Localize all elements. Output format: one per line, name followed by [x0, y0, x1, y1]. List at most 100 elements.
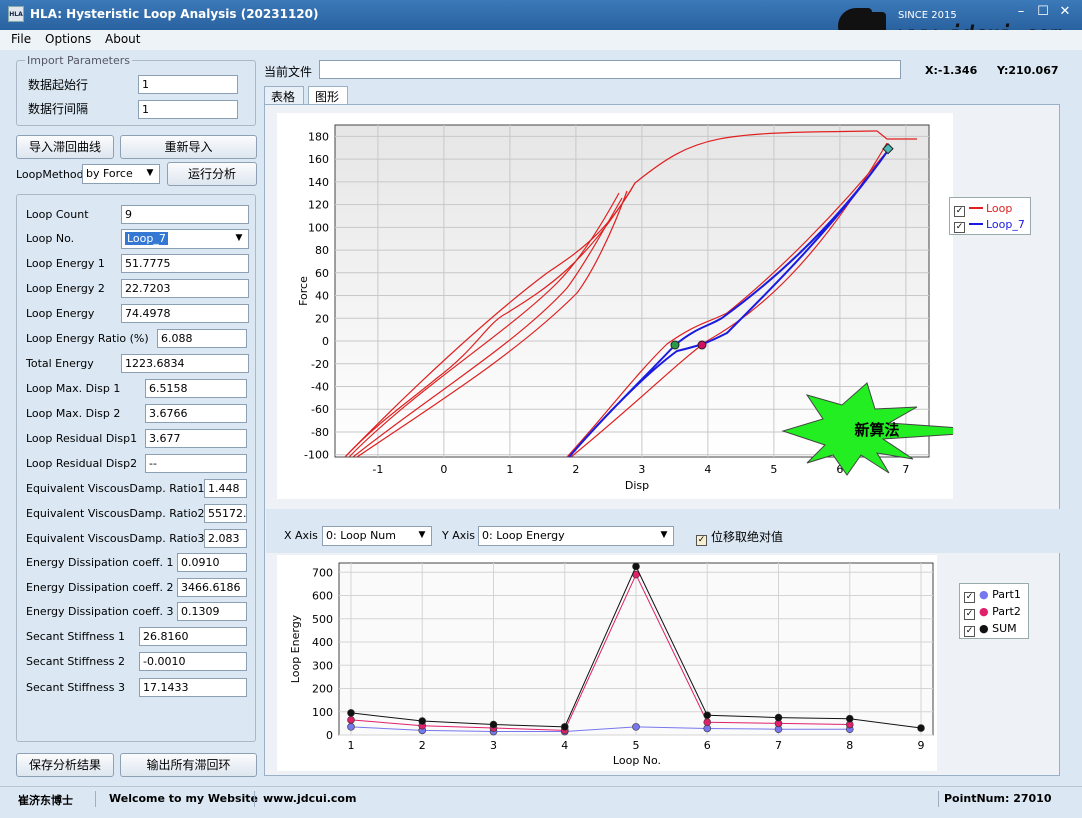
- stat-row: Loop Max. Disp 2 3.6766: [17, 404, 257, 424]
- stat-value[interactable]: 3466.6186: [177, 578, 247, 597]
- stat-value[interactable]: 3.677: [145, 429, 247, 448]
- import-parameters-group: Import Parameters 数据起始行 1 数据行间隔 1: [16, 54, 256, 126]
- current-file-input[interactable]: [319, 60, 901, 79]
- stat-value[interactable]: 22.7203: [121, 279, 249, 298]
- energy-point-sum[interactable]: [560, 723, 569, 731]
- main-y-tick-label: 100: [308, 221, 329, 234]
- main-y-label: Force: [297, 276, 310, 306]
- stat-value[interactable]: 9: [121, 205, 249, 224]
- checkbox-icon[interactable]: ✓: [964, 592, 975, 603]
- stat-value[interactable]: 6.5158: [145, 379, 247, 398]
- checkbox-icon[interactable]: ✓: [964, 609, 975, 620]
- legend-label: SUM: [992, 622, 1017, 635]
- stat-label: Loop Max. Disp 2: [26, 407, 121, 420]
- legend-item-loop7[interactable]: ✓ Loop_7: [954, 218, 1025, 233]
- tab-table[interactable]: 表格: [264, 86, 304, 104]
- y-axis-select[interactable]: 0: Loop Energy ▼: [478, 526, 674, 546]
- energy-point-sum[interactable]: [703, 711, 712, 720]
- stat-label: Loop Energy 2: [26, 282, 105, 295]
- energy-x-label: Loop No.: [613, 754, 661, 767]
- main-y-tick-label: -80: [311, 426, 329, 439]
- main-y-tick-label: -20: [311, 358, 329, 371]
- legend-swatch: [969, 223, 983, 225]
- energy-point-part1[interactable]: [347, 723, 355, 731]
- save-results-button[interactable]: 保存分析结果: [16, 753, 114, 777]
- legend-item-part1[interactable]: ✓ ● Part1: [964, 588, 1021, 603]
- legend-label: Part2: [992, 605, 1021, 618]
- stat-label: Energy Dissipation coeff. 3: [26, 605, 174, 618]
- energy-point-sum[interactable]: [418, 717, 427, 725]
- x-axis-select[interactable]: 0: Loop Num ▼: [322, 526, 432, 546]
- stat-value[interactable]: 74.4978: [121, 304, 249, 323]
- stat-value[interactable]: 26.8160: [139, 627, 247, 646]
- checkbox-icon[interactable]: ✓: [964, 626, 975, 637]
- legend-item-sum[interactable]: ✓ ● SUM: [964, 622, 1017, 637]
- energy-point-sum[interactable]: [774, 713, 783, 722]
- stat-value[interactable]: 17.1433: [139, 678, 247, 697]
- energy-point-sum[interactable]: [632, 562, 640, 571]
- stat-value[interactable]: 0.1309: [177, 602, 247, 621]
- loop-energy-chart[interactable]: 1 2 3 4 5 6 7 8 9 0 100 200 300 400 500 600 700 Loop No.…: [277, 555, 937, 771]
- stat-value[interactable]: -0.0010: [139, 652, 247, 671]
- legend-marker-icon: ●: [979, 605, 989, 618]
- stat-row: Loop Energy 1 51.7775: [17, 254, 257, 274]
- stat-value[interactable]: 2.083: [204, 529, 247, 548]
- loop-no-select[interactable]: Loop_7 ▼: [121, 229, 249, 249]
- stat-row: Loop Residual Disp1 3.677: [17, 429, 257, 449]
- run-analysis-button[interactable]: 运行分析: [167, 162, 257, 186]
- stat-value[interactable]: 6.088: [157, 329, 247, 348]
- main-y-tick-label: 160: [308, 153, 329, 166]
- status-site-link[interactable]: www.jdcui.com: [263, 792, 356, 805]
- energy-x-tick-label: 2: [419, 739, 426, 752]
- chevron-down-icon: ▼: [660, 530, 668, 540]
- energy-point-part1[interactable]: [632, 723, 640, 731]
- stat-row: Secant Stiffness 1 26.8160: [17, 627, 257, 647]
- energy-y-tick-label: 500: [312, 613, 333, 626]
- start-row-input[interactable]: 1: [138, 75, 238, 94]
- stat-row: Equivalent ViscousDamp. Ratio1 (%) 1.448: [17, 479, 257, 499]
- tab-chart[interactable]: 图形: [308, 86, 348, 105]
- stat-value[interactable]: 3.6766: [145, 404, 247, 423]
- stat-value[interactable]: 0.0910: [177, 553, 247, 572]
- stat-label: Loop Max. Disp 1: [26, 382, 121, 395]
- stat-value[interactable]: --: [145, 454, 247, 473]
- reimport-button[interactable]: 重新导入: [120, 135, 257, 159]
- main-y-tick-label: 180: [308, 130, 329, 143]
- checkbox-icon[interactable]: ✓: [954, 222, 965, 233]
- energy-point-part2[interactable]: [347, 716, 355, 724]
- stat-label: Energy Dissipation coeff. 2: [26, 581, 174, 594]
- stat-value[interactable]: 51.7775: [121, 254, 249, 273]
- export-loops-button[interactable]: 输出所有滞回环: [120, 753, 257, 777]
- energy-point-part1[interactable]: [703, 724, 712, 733]
- energy-point-part2[interactable]: [703, 718, 712, 727]
- abs-disp-checkbox-item[interactable]: ✓ 位移取绝对值: [696, 528, 783, 546]
- stat-value[interactable]: 55172.9: [204, 504, 247, 523]
- hysteresis-chart[interactable]: -1 0 1 2 3 4 5 6 7 180 160 140 120 100 80 60 40 20 0 -20 -40…: [277, 113, 1004, 499]
- checkbox-icon[interactable]: ✓: [696, 535, 707, 546]
- energy-point-sum[interactable]: [917, 724, 925, 732]
- energy-point-sum[interactable]: [347, 709, 355, 717]
- loop-method-select[interactable]: by Force ▼: [82, 164, 160, 184]
- menu-file[interactable]: File: [11, 32, 31, 46]
- menu-about[interactable]: About: [105, 32, 140, 46]
- checkbox-icon[interactable]: ✓: [954, 206, 965, 217]
- energy-point-sum[interactable]: [845, 714, 854, 723]
- menu-bar: File Options About: [0, 30, 1082, 50]
- stat-value[interactable]: 1223.6834: [121, 354, 249, 373]
- stat-label: Equivalent ViscousDamp. Ratio3 (%): [26, 532, 228, 545]
- stat-label: Loop No.: [26, 232, 75, 245]
- menu-options[interactable]: Options: [45, 32, 91, 46]
- stat-label: Total Energy: [26, 357, 94, 370]
- stat-label: Loop Count: [26, 208, 89, 221]
- legend-item-part2[interactable]: ✓ ● Part2: [964, 605, 1021, 620]
- import-loop-button[interactable]: 导入滞回曲线: [16, 135, 114, 159]
- app-icon: HLA: [8, 6, 24, 22]
- stat-value[interactable]: 1.448: [204, 479, 247, 498]
- row-interval-input[interactable]: 1: [138, 100, 238, 119]
- legend-item-loop[interactable]: ✓ Loop: [954, 202, 1012, 217]
- energy-point-sum[interactable]: [489, 720, 498, 729]
- import-parameters-legend: Import Parameters: [25, 54, 132, 67]
- loop-marker-2: [697, 340, 707, 350]
- row-interval-label: 数据行间隔: [28, 102, 89, 116]
- y-axis-value: 0: Loop Energy: [482, 529, 565, 542]
